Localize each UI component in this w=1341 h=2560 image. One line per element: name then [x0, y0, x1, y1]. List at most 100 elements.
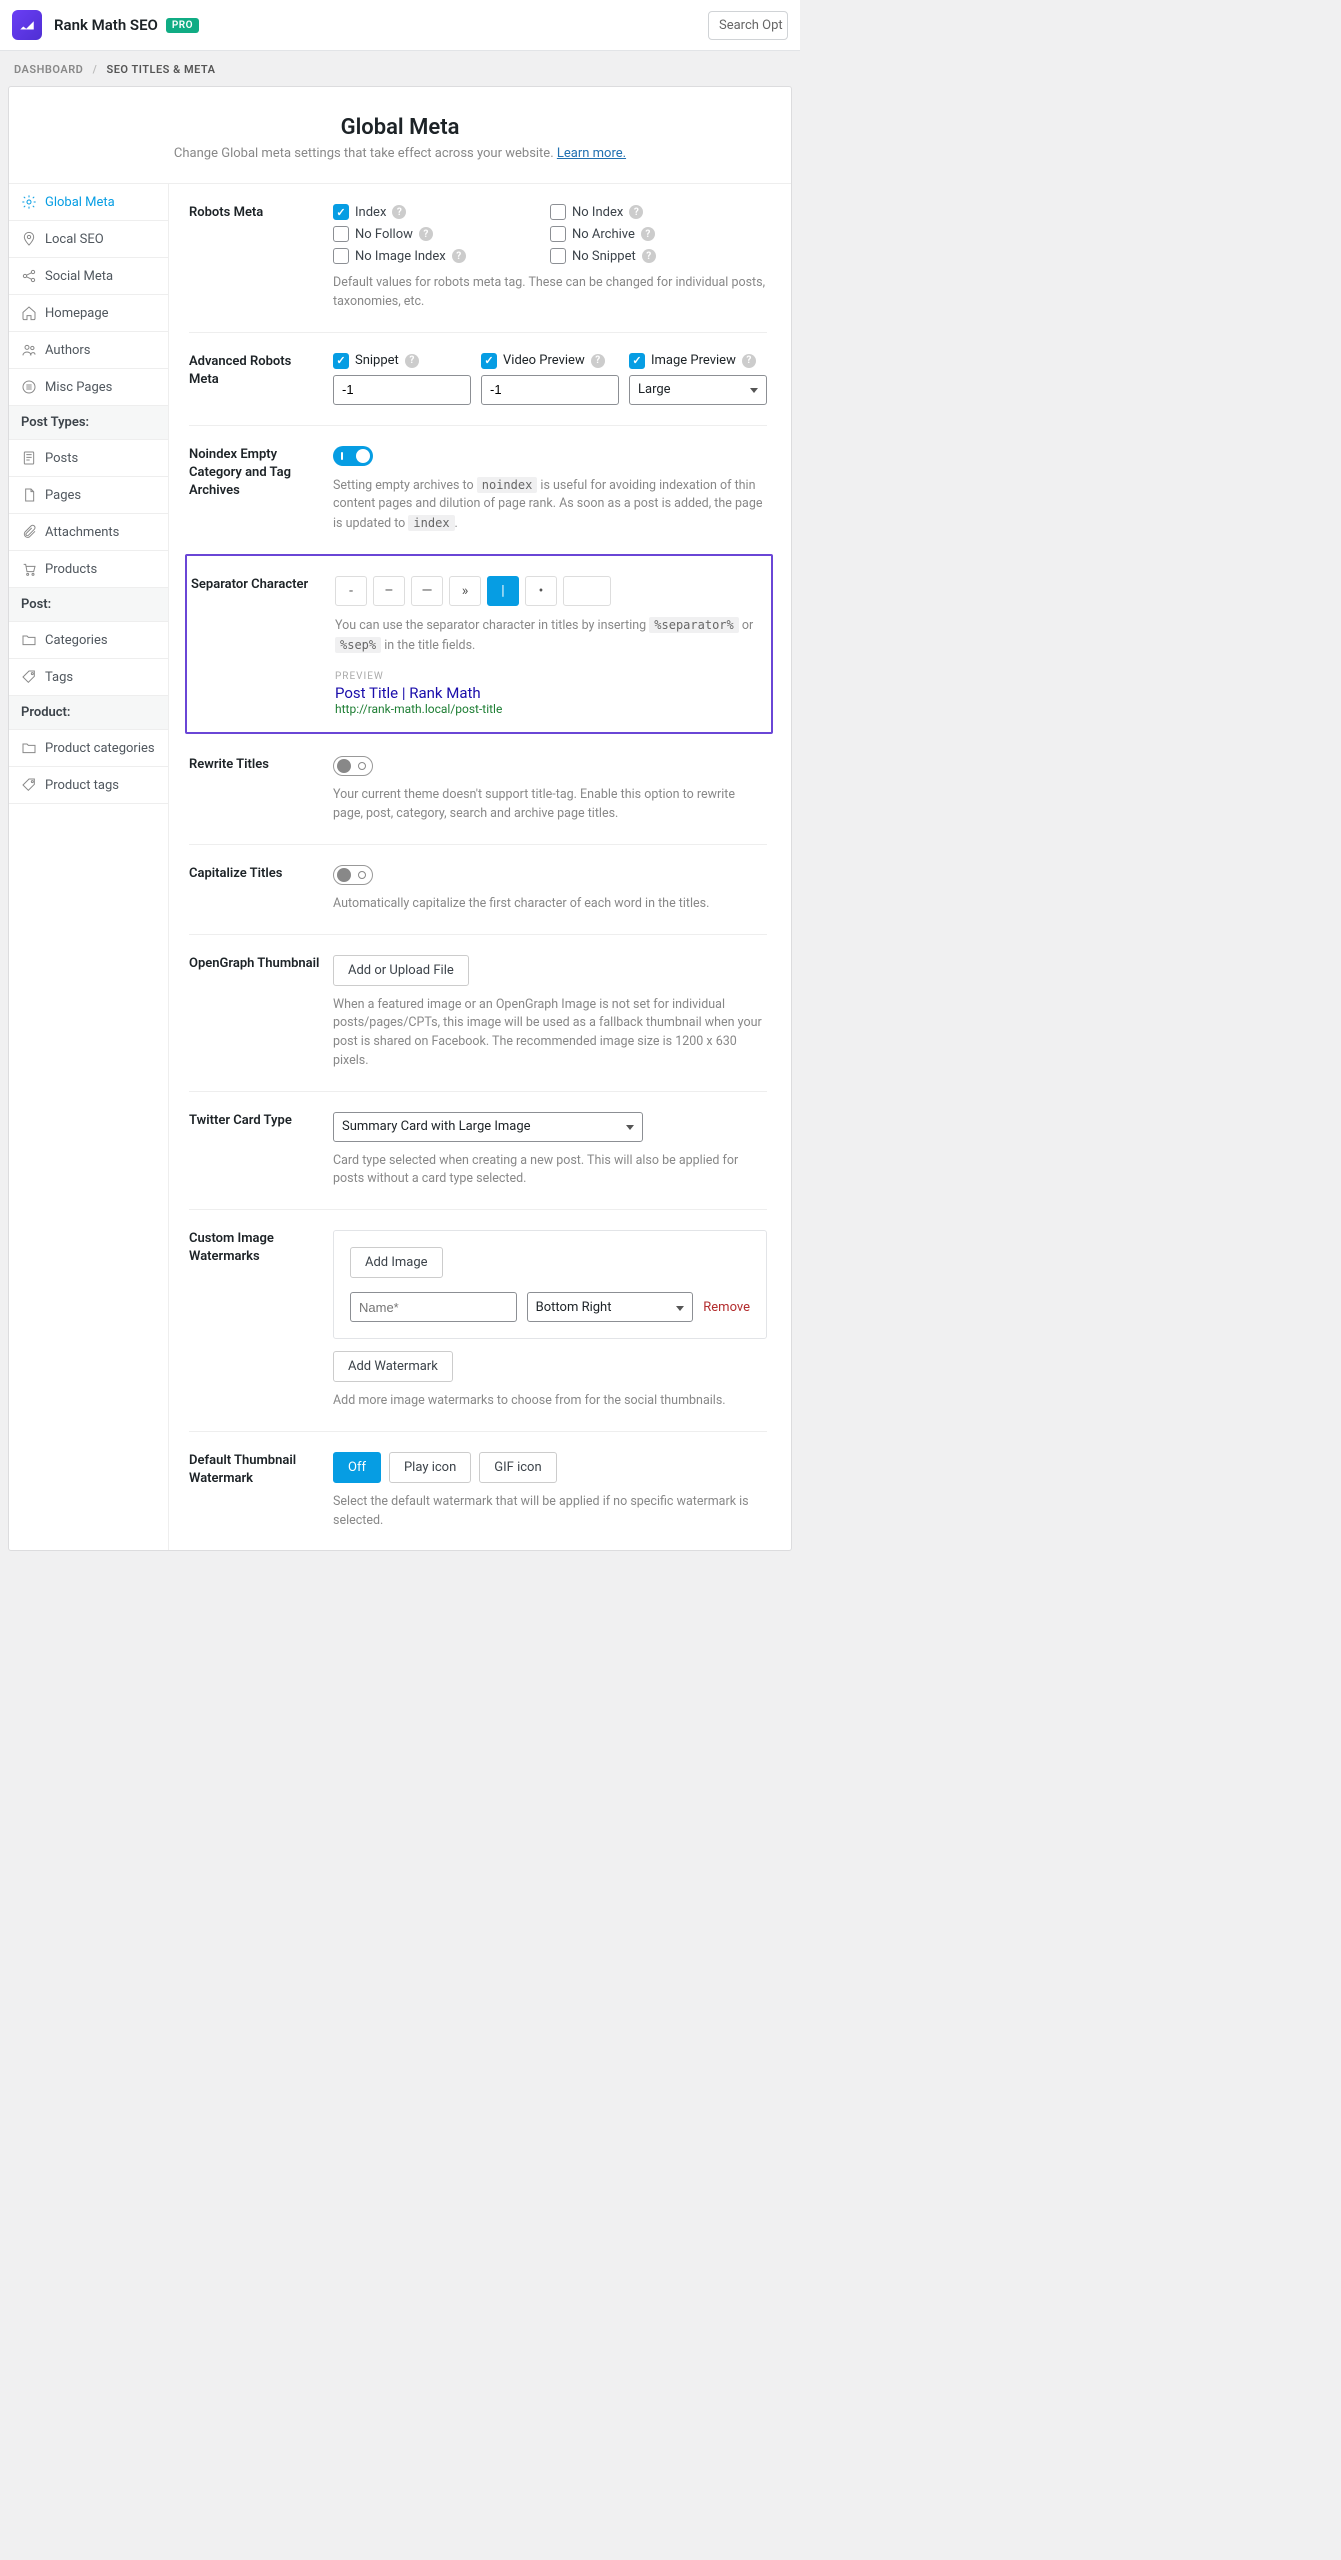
sidebar-item-categories[interactable]: Categories — [9, 622, 168, 659]
select-twitter-card[interactable]: Summary Card with Large Image — [333, 1112, 643, 1142]
sidebar-item-label: Products — [45, 562, 97, 577]
setting-og-thumbnail: OpenGraph Thumbnail Add or Upload File W… — [189, 934, 767, 1091]
help-icon[interactable]: ? — [452, 249, 466, 263]
toggle-noindex-empty[interactable] — [333, 446, 373, 466]
sidebar-item-product-tags[interactable]: Product tags — [9, 767, 168, 804]
checkbox-label: No Snippet — [572, 249, 636, 264]
checkbox-index[interactable]: Index? — [333, 204, 550, 220]
sidebar-item-label: Authors — [45, 343, 91, 358]
checkbox-noarchive[interactable]: No Archive? — [550, 226, 767, 242]
hint-separator: You can use the separator character in t… — [335, 616, 763, 656]
sidebar-item-pages[interactable]: Pages — [9, 477, 168, 514]
sidebar-item-label: Homepage — [45, 306, 109, 321]
separator-option-pipe[interactable]: | — [487, 576, 519, 606]
input-snippet[interactable] — [333, 375, 471, 405]
checkbox-image-preview[interactable] — [629, 353, 645, 369]
checkbox-snippet[interactable] — [333, 353, 349, 369]
setting-separator: Separator Character - – — » | • You c — [187, 556, 771, 733]
search-input[interactable]: Search Opt — [708, 11, 788, 40]
help-icon[interactable]: ? — [641, 227, 655, 241]
chevron-down-icon — [626, 1119, 634, 1134]
watermark-name-input[interactable] — [350, 1292, 517, 1322]
hint-watermarks: Add more image watermarks to choose from… — [333, 1392, 767, 1411]
sidebar-item-global-meta[interactable]: Global Meta — [9, 184, 168, 221]
home-icon — [21, 305, 37, 321]
watermark-option-gif[interactable]: GIF icon — [479, 1452, 556, 1483]
label-og-thumbnail: OpenGraph Thumbnail — [189, 955, 323, 1071]
label-robots-meta: Robots Meta — [189, 204, 323, 312]
watermark-option-play[interactable]: Play icon — [389, 1452, 471, 1483]
checkbox-label: Index — [355, 205, 386, 220]
select-image-preview[interactable]: Large — [629, 375, 767, 405]
hint-code: noindex — [477, 477, 538, 493]
hint-noindex-empty: Setting empty archives to noindex is use… — [333, 476, 767, 534]
toggle-capitalize-titles[interactable] — [333, 865, 373, 885]
separator-option-endash[interactable]: – — [373, 576, 405, 606]
label-custom-watermarks: Custom Image Watermarks — [189, 1230, 323, 1411]
folder-icon — [21, 740, 37, 756]
sidebar-item-products[interactable]: Products — [9, 551, 168, 588]
help-icon[interactable]: ? — [419, 227, 433, 241]
add-image-button[interactable]: Add Image — [350, 1247, 443, 1278]
sidebar-item-social-meta[interactable]: Social Meta — [9, 258, 168, 295]
users-icon — [21, 342, 37, 358]
label-advanced-robots: Advanced Robots Meta — [189, 353, 323, 405]
watermark-option-off[interactable]: Off — [333, 1452, 381, 1483]
hint-text: . — [455, 516, 458, 531]
sidebar-item-misc-pages[interactable]: Misc Pages — [9, 369, 168, 406]
setting-capitalize-titles: Capitalize Titles Automatically capitali… — [189, 844, 767, 934]
separator-option-bullet[interactable]: • — [525, 576, 557, 606]
separator-option-emdash[interactable]: — — [411, 576, 443, 606]
separator-option-hyphen[interactable]: - — [335, 576, 367, 606]
sidebar-item-attachments[interactable]: Attachments — [9, 514, 168, 551]
sidebar-item-label: Global Meta — [45, 195, 115, 210]
setting-custom-watermarks: Custom Image Watermarks Add Image Bottom… — [189, 1209, 767, 1431]
checkbox-video-preview[interactable] — [481, 353, 497, 369]
select-value: Summary Card with Large Image — [342, 1119, 531, 1134]
setting-default-watermark: Default Thumbnail Watermark Off Play ico… — [189, 1431, 767, 1551]
hint-code: %sep% — [335, 637, 381, 653]
help-icon[interactable]: ? — [742, 354, 756, 368]
add-upload-file-button[interactable]: Add or Upload File — [333, 955, 469, 986]
sidebar-item-tags[interactable]: Tags — [9, 659, 168, 696]
breadcrumb-root[interactable]: DASHBOARD — [14, 63, 83, 76]
help-icon[interactable]: ? — [591, 354, 605, 368]
sidebar-item-label: Product categories — [45, 741, 155, 756]
setting-noindex-empty: Noindex Empty Category and Tag Archives … — [189, 425, 767, 554]
sidebar-item-posts[interactable]: Posts — [9, 440, 168, 477]
label-image-preview: Image Preview — [651, 353, 736, 368]
sidebar-item-homepage[interactable]: Homepage — [9, 295, 168, 332]
label-capitalize-titles: Capitalize Titles — [189, 865, 323, 914]
learn-more-link[interactable]: Learn more. — [557, 146, 626, 161]
remove-watermark-link[interactable]: Remove — [703, 1300, 750, 1315]
add-watermark-button[interactable]: Add Watermark — [333, 1351, 453, 1382]
help-icon[interactable]: ? — [392, 205, 406, 219]
sidebar: Global Meta Local SEO Social Meta Homepa… — [9, 184, 169, 1550]
help-icon[interactable]: ? — [642, 249, 656, 263]
chevron-down-icon — [676, 1300, 684, 1315]
select-value: Bottom Right — [536, 1300, 612, 1315]
checkbox-label: No Index — [572, 205, 623, 220]
label-snippet: Snippet — [355, 353, 399, 368]
input-video-preview[interactable] — [481, 375, 619, 405]
checkbox-nosnippet[interactable]: No Snippet? — [550, 248, 767, 264]
sidebar-item-product-categories[interactable]: Product categories — [9, 730, 168, 767]
checkbox-nofollow[interactable]: No Follow? — [333, 226, 550, 242]
app-logo — [12, 10, 42, 40]
sidebar-item-local-seo[interactable]: Local SEO — [9, 221, 168, 258]
help-icon[interactable]: ? — [405, 354, 419, 368]
label-rewrite-titles: Rewrite Titles — [189, 756, 323, 824]
select-watermark-position[interactable]: Bottom Right — [527, 1292, 694, 1322]
hint-robots-meta: Default values for robots meta tag. Thes… — [333, 274, 767, 312]
help-icon[interactable]: ? — [629, 205, 643, 219]
sidebar-item-authors[interactable]: Authors — [9, 332, 168, 369]
sidebar-item-label: Attachments — [45, 525, 119, 540]
separator-option-custom[interactable] — [563, 576, 611, 606]
checkbox-icon — [333, 204, 349, 220]
hint-code: %separator% — [649, 617, 738, 633]
checkbox-noimageindex[interactable]: No Image Index? — [333, 248, 550, 264]
separator-option-raquo[interactable]: » — [449, 576, 481, 606]
checkbox-noindex[interactable]: No Index? — [550, 204, 767, 220]
breadcrumb: DASHBOARD / SEO TITLES & META — [0, 51, 800, 86]
toggle-rewrite-titles[interactable] — [333, 756, 373, 776]
